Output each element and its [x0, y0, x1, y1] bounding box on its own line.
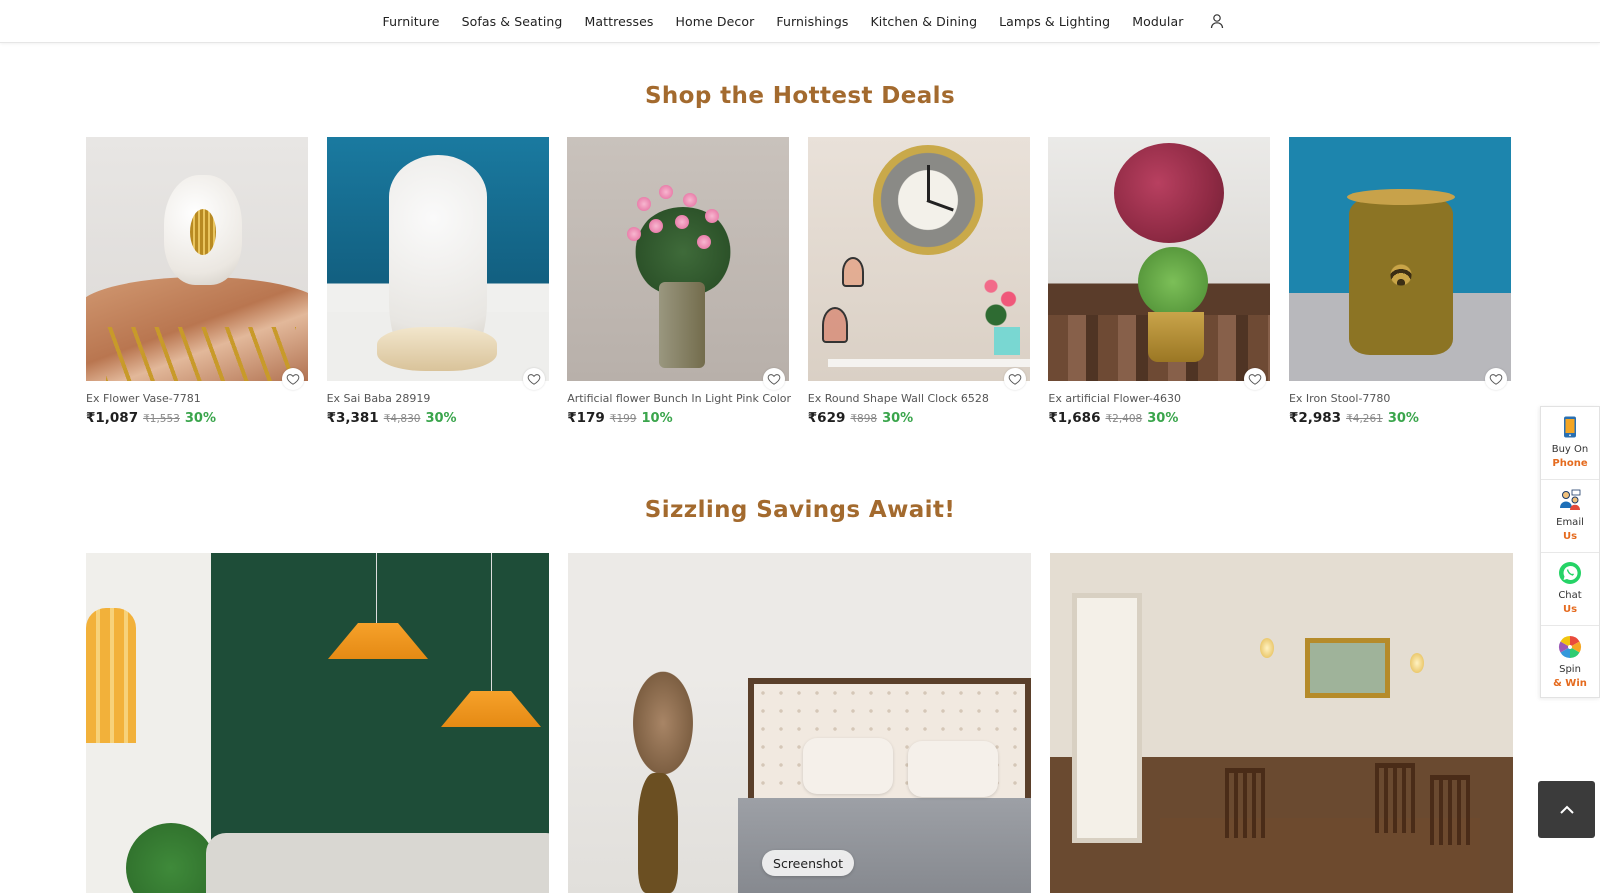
product-name[interactable]: Ex Sai Baba 28919 [327, 392, 431, 405]
product-discount: 30% [1387, 411, 1419, 426]
widget-label-accent: Phone [1552, 458, 1588, 469]
buy-on-phone-button[interactable]: Buy On Phone [1541, 407, 1599, 480]
product-price: ₹629 [807, 410, 846, 426]
product-card[interactable]: Artificial flower Bunch In Light Pink Co… [567, 137, 791, 432]
widget-label-accent: & Win [1553, 677, 1587, 689]
nav-furniture[interactable]: Furniture [383, 14, 440, 29]
product-name[interactable]: Artificial flower Bunch In Light Pink Co… [567, 392, 791, 405]
user-icon[interactable] [1209, 13, 1225, 29]
product-card[interactable]: Ex Iron Stool-7780 ₹2,983 ₹4,261 30% [1288, 137, 1511, 432]
product-price: ₹2,983 [1288, 410, 1342, 426]
product-discount: 10% [641, 411, 673, 426]
heart-icon[interactable] [1003, 368, 1026, 390]
nav-menu: Furniture Sofas & Seating Mattresses Hom… [383, 13, 1226, 29]
price-row: ₹1,087 ₹1,553 30% [86, 410, 216, 426]
product-price: ₹1,087 [86, 410, 139, 426]
product-image[interactable] [1288, 137, 1511, 381]
product-name[interactable]: Ex artificial Flower-4630 [1048, 392, 1181, 405]
widget-label: Chat [1558, 590, 1582, 601]
product-name[interactable]: Ex Flower Vase-7781 [86, 392, 201, 405]
back-to-top-button[interactable] [1538, 781, 1595, 838]
product-mrp: ₹4,830 [383, 413, 421, 425]
savings-banners [86, 553, 1513, 893]
heart-icon[interactable] [1244, 368, 1267, 390]
price-row: ₹1,686 ₹2,408 30% [1048, 410, 1178, 426]
widget-label: Buy On [1551, 444, 1589, 455]
phone-icon [1564, 416, 1576, 438]
product-discount: 30% [882, 411, 914, 426]
product-mrp: ₹4,261 [1346, 413, 1383, 425]
product-mrp: ₹898 [850, 413, 878, 425]
heart-icon[interactable] [522, 368, 545, 390]
product-image[interactable] [86, 137, 308, 381]
nav-lamps-lighting[interactable]: Lamps & Lighting [999, 14, 1110, 29]
screenshot-tooltip: Screenshot [762, 850, 854, 876]
email-us-button[interactable]: Email Us [1541, 480, 1599, 553]
product-image[interactable] [1048, 137, 1271, 381]
heart-icon[interactable] [763, 368, 786, 390]
product-card[interactable]: Ex Flower Vase-7781 ₹1,087 ₹1,553 30% [86, 137, 308, 432]
nav-sofas-seating[interactable]: Sofas & Seating [462, 14, 563, 29]
chevron-up-icon [1559, 805, 1574, 814]
product-name[interactable]: Ex Iron Stool-7780 [1289, 392, 1390, 405]
price-row: ₹629 ₹898 30% [808, 410, 913, 426]
price-row: ₹179 ₹199 10% [567, 410, 672, 426]
savings-section-title: Sizzling Savings Await! [644, 497, 956, 523]
price-row: ₹2,983 ₹4,261 30% [1289, 410, 1419, 426]
product-discount: 30% [184, 411, 216, 426]
product-mrp: ₹199 [609, 413, 637, 425]
savings-banner-dining[interactable] [1050, 553, 1513, 893]
product-mrp: ₹2,408 [1105, 413, 1143, 425]
product-price: ₹179 [567, 410, 605, 426]
product-card[interactable]: Ex artificial Flower-4630 ₹1,686 ₹2,408 … [1048, 137, 1271, 432]
contact-widget: Buy On Phone Email Us Chat Us Spin & Win [1540, 406, 1600, 698]
product-discount: 30% [1147, 411, 1179, 426]
product-price: ₹1,686 [1048, 410, 1101, 426]
price-row: ₹3,381 ₹4,830 30% [327, 410, 457, 426]
widget-label: Spin [1559, 663, 1581, 675]
widget-label-accent: Us [1562, 531, 1578, 542]
product-price: ₹3,381 [326, 410, 379, 426]
nav-mattresses[interactable]: Mattresses [584, 14, 653, 29]
email-support-icon [1560, 489, 1581, 510]
product-image[interactable] [326, 137, 549, 381]
deals-carousel: Ex Flower Vase-7781 ₹1,087 ₹1,553 30% Ex… [86, 137, 1511, 432]
nav-modular[interactable]: Modular [1132, 14, 1183, 29]
widget-label-accent: Us [1562, 604, 1578, 615]
product-discount: 30% [425, 411, 457, 426]
spin-win-button[interactable]: Spin & Win [1541, 626, 1599, 699]
product-card[interactable]: Ex Round Shape Wall Clock 6528 ₹629 ₹898… [807, 137, 1030, 432]
product-mrp: ₹1,553 [143, 413, 180, 425]
nav-home-decor[interactable]: Home Decor [675, 14, 754, 29]
nav-furnishings[interactable]: Furnishings [776, 14, 848, 29]
product-card[interactable]: Ex Sai Baba 28919 ₹3,381 ₹4,830 30% [326, 137, 549, 432]
widget-label: Email [1556, 517, 1584, 528]
heart-icon[interactable] [282, 368, 304, 390]
savings-banner-bedroom[interactable] [568, 553, 1031, 893]
nav-kitchen-dining[interactable]: Kitchen & Dining [870, 14, 977, 29]
spin-wheel-icon [1559, 635, 1581, 658]
product-name[interactable]: Ex Round Shape Wall Clock 6528 [808, 392, 989, 405]
deals-section-title: Shop the Hottest Deals [644, 83, 956, 109]
product-image[interactable] [567, 137, 790, 381]
product-image[interactable] [807, 137, 1030, 381]
chat-us-button[interactable]: Chat Us [1541, 553, 1599, 626]
top-navigation: Furniture Sofas & Seating Mattresses Hom… [0, 0, 1600, 43]
whatsapp-icon [1559, 562, 1581, 584]
savings-banner-lighting[interactable] [86, 553, 549, 893]
heart-icon[interactable] [1484, 368, 1507, 390]
